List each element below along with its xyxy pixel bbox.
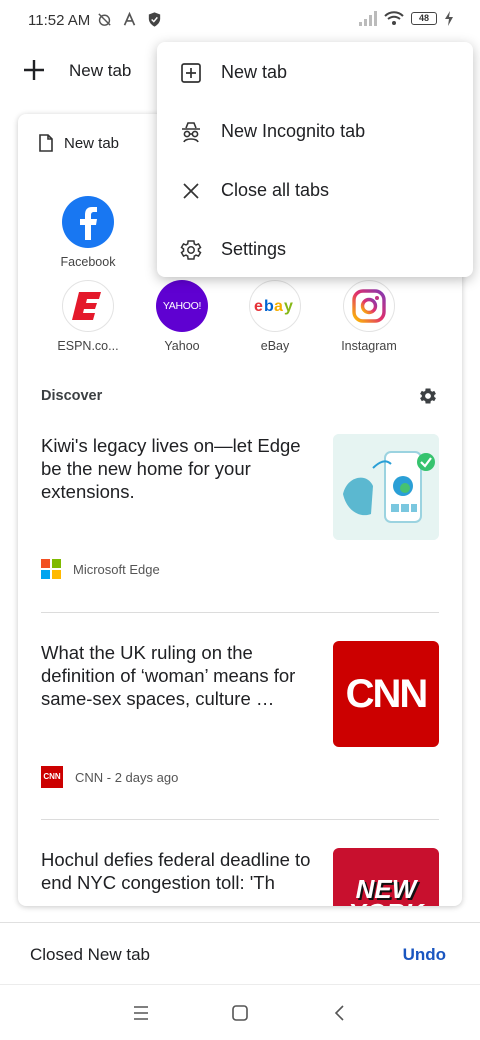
cnn-logo: CNN	[333, 641, 439, 747]
svg-text:b: b	[264, 298, 274, 315]
site-espn[interactable]: ESPN.co...	[48, 280, 128, 353]
home-icon[interactable]	[230, 1003, 250, 1023]
new-tab-button[interactable]: New tab	[69, 61, 131, 81]
overflow-menu: New tab New Incognito tab Close all tabs…	[157, 42, 473, 277]
menu-icon[interactable]	[131, 1003, 151, 1023]
facebook-logo	[62, 196, 114, 248]
system-nav-bar	[0, 984, 480, 1040]
article-thumbnail	[333, 434, 439, 540]
menu-item-settings[interactable]: Settings	[157, 220, 473, 279]
article-card[interactable]: Hochul defies federal deadline to end NY…	[41, 848, 439, 906]
site-facebook[interactable]: Facebook	[48, 196, 128, 269]
ebay-logo: e b a y	[249, 280, 301, 332]
status-bar: 11:52 AM 48	[0, 0, 480, 42]
undo-button[interactable]: Undo	[403, 945, 446, 965]
instagram-logo	[343, 280, 395, 332]
menu-item-label: Settings	[221, 239, 287, 259]
snackbar-message: Closed New tab	[30, 945, 151, 964]
svg-text:a: a	[274, 298, 283, 315]
incognito-icon	[182, 121, 200, 142]
site-label: Instagram	[341, 339, 397, 353]
svg-text:e: e	[254, 298, 263, 315]
card-header: New tab	[38, 134, 119, 152]
site-yahoo[interactable]: YAHOO! Yahoo	[142, 280, 222, 353]
article-source-label: CNN - 2 days ago	[75, 769, 179, 785]
divider	[41, 612, 439, 613]
back-icon[interactable]	[330, 1003, 350, 1023]
menu-item-close-all-tabs[interactable]: Close all tabs	[157, 161, 473, 220]
plus-icon[interactable]	[22, 58, 46, 82]
yahoo-logo: YAHOO!	[156, 280, 208, 332]
wifi-icon	[384, 11, 404, 25]
document-icon	[39, 134, 53, 152]
divider	[41, 819, 439, 820]
new-york-thumbnail: NEW YORK	[333, 848, 439, 906]
article-title: Kiwi's legacy lives on—let Edge be the n…	[41, 435, 301, 502]
menu-item-label: Close all tabs	[221, 180, 330, 200]
cnn-mini-logo: CNN	[41, 766, 63, 788]
menu-item-new-incognito-tab[interactable]: New Incognito tab	[157, 102, 473, 161]
close-icon	[183, 182, 199, 199]
discover-label: Discover	[41, 388, 103, 404]
site-label: Facebook	[60, 255, 116, 269]
article-card[interactable]: Kiwi's legacy lives on—let Edge be the n…	[41, 434, 439, 584]
plus-box-icon	[181, 62, 201, 83]
menu-item-new-tab[interactable]: New tab	[157, 43, 473, 102]
status-time: 11:52 AM	[28, 12, 91, 29]
site-label: ESPN.co...	[57, 339, 119, 353]
charging-icon	[445, 11, 453, 26]
site-instagram[interactable]: Instagram	[329, 280, 409, 353]
site-label: eBay	[260, 339, 290, 353]
battery-icon: 48	[411, 12, 437, 25]
menu-item-label: New Incognito tab	[221, 121, 366, 141]
article-card[interactable]: What the UK ruling on the definition of …	[41, 641, 439, 791]
a-icon	[123, 11, 136, 26]
snackbar: Closed New tab Undo	[0, 922, 480, 984]
article-source-label: Microsoft Edge	[73, 561, 160, 577]
article-source: CNN CNN - 2 days ago	[41, 766, 178, 788]
article-title: Hochul defies federal deadline to end NY…	[41, 849, 311, 893]
site-ebay[interactable]: e b a y eBay	[235, 280, 315, 353]
alarm-off-icon	[98, 13, 111, 26]
signal-icon	[359, 11, 377, 26]
shield-icon	[148, 12, 161, 27]
card-title: New tab	[64, 134, 120, 152]
svg-text:y: y	[284, 298, 293, 315]
gear-icon[interactable]	[418, 386, 438, 406]
site-label: Yahoo	[164, 339, 200, 353]
microsoft-logo	[41, 559, 61, 579]
article-title: What the UK ruling on the definition of …	[41, 642, 296, 709]
espn-logo	[62, 280, 114, 332]
menu-item-label: New tab	[221, 62, 288, 82]
gear-icon	[180, 239, 202, 260]
article-source: Microsoft Edge	[41, 559, 160, 579]
